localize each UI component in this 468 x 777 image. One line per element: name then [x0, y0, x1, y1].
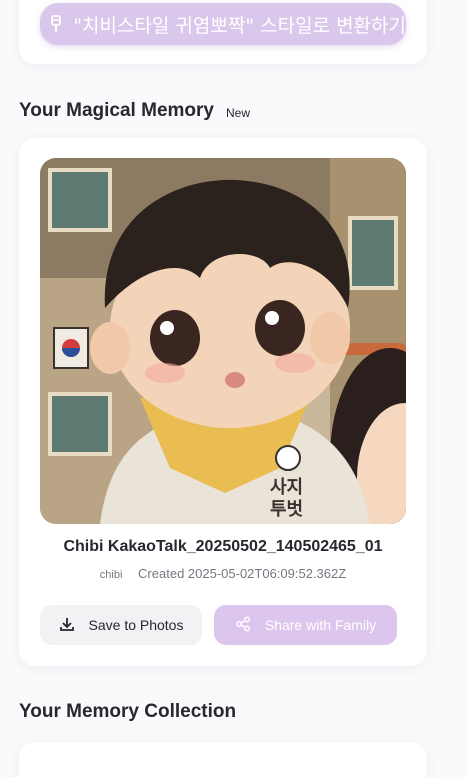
- download-icon: [59, 616, 75, 635]
- section-title-memory-collection: Your Memory Collection: [19, 701, 237, 722]
- sparkle-icon: [48, 13, 63, 35]
- convert-style-label: "치비스타일 귀염뽀짝" 스타일로 변환하기: [73, 14, 406, 37]
- save-to-photos-button[interactable]: Save to Photos: [40, 605, 202, 645]
- memory-meta: chibi Created 2025-05-02T06:09:52.362Z: [19, 566, 427, 581]
- created-timestamp: Created 2025-05-02T06:09:52.362Z: [138, 566, 347, 581]
- memory-collection-card: [19, 742, 427, 777]
- save-label: Save to Photos: [88, 617, 184, 633]
- memory-card: 사지 투벗 Chibi KakaoTalk_20250502_140502465…: [19, 138, 427, 666]
- memory-image[interactable]: 사지 투벗: [40, 158, 406, 524]
- convert-card: "치비스타일 귀염뽀짝" 스타일로 변환하기: [19, 0, 427, 64]
- share-icon: [235, 616, 251, 635]
- memory-title: Chibi KakaoTalk_20250502_140502465_01: [63, 538, 383, 555]
- svg-text:사지: 사지: [270, 477, 303, 498]
- share-with-family-button[interactable]: Share with Family: [214, 605, 397, 645]
- section-title-magical-memory: Your Magical Memory: [19, 100, 214, 121]
- style-tag: chibi: [99, 569, 123, 581]
- chibi-illustration: 사지 투벗: [40, 158, 406, 524]
- svg-text:투벗: 투벗: [270, 499, 303, 520]
- share-label: Share with Family: [264, 617, 377, 633]
- new-badge: New: [226, 106, 251, 120]
- convert-style-button[interactable]: "치비스타일 귀염뽀짝" 스타일로 변환하기: [40, 3, 406, 45]
